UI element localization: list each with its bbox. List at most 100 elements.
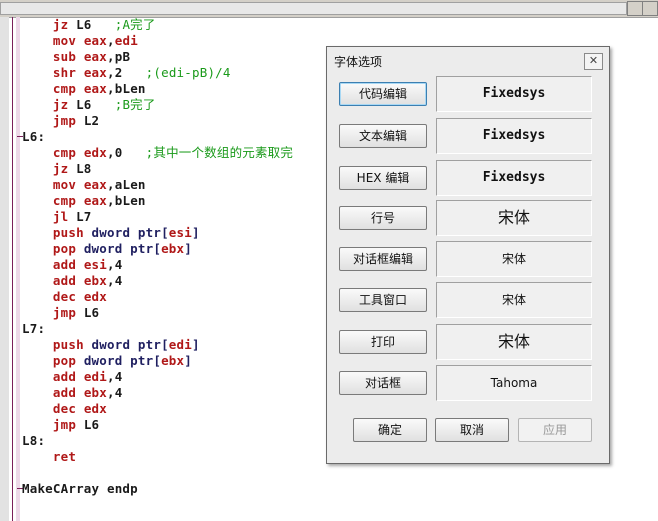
font-preview: Fixedsys: [436, 160, 592, 196]
code-token: L6: [76, 417, 100, 432]
code-token: eax: [83, 33, 108, 48]
code-instruction: jz: [52, 17, 69, 32]
code-token: L6:: [22, 129, 46, 144]
code-token: eax: [83, 193, 108, 208]
code-token: dword ptr[: [76, 241, 162, 256]
code-token: esi: [168, 225, 192, 240]
ok-button[interactable]: 确定: [353, 418, 427, 442]
code-line: add edi,4: [22, 369, 293, 385]
scrollbar-track[interactable]: [0, 2, 627, 15]
cancel-button[interactable]: 取消: [435, 418, 509, 442]
font-target-button[interactable]: 行号: [339, 206, 427, 230]
font-preview: 宋体: [436, 241, 592, 277]
code-token: ,: [107, 33, 115, 48]
code-instruction: mov: [52, 33, 77, 48]
code-line: jz L6 ;A完了: [22, 17, 293, 33]
code-line: add esi,4: [22, 257, 293, 273]
scroll-left-button[interactable]: [627, 1, 643, 16]
code-token: ebx: [83, 273, 108, 288]
code-instruction: push: [52, 337, 84, 352]
font-preview: Tahoma: [436, 365, 592, 401]
code-line: jmp L6: [22, 417, 293, 433]
code-token: L8: [68, 161, 92, 176]
code-token: ,4: [107, 369, 123, 384]
code-instruction: mov: [52, 177, 77, 192]
code-line: jl L7: [22, 209, 293, 225]
code-line: add ebx,4: [22, 273, 293, 289]
code-token: L6: [68, 97, 115, 112]
code-instruction: sub: [52, 49, 77, 64]
fold-margin[interactable]: [16, 17, 20, 521]
code-line: mov eax,aLen: [22, 177, 293, 193]
font-target-button[interactable]: 文本编辑: [339, 124, 427, 148]
code-instruction: jmp: [52, 113, 77, 128]
code-token: eax: [83, 177, 108, 192]
code-token: L2: [76, 113, 100, 128]
code-line: pop dword ptr[ebx]: [22, 241, 293, 257]
code-line: pop dword ptr[ebx]: [22, 353, 293, 369]
font-target-button[interactable]: HEX 编辑: [339, 166, 427, 190]
code-comment: ;其中一个数组的元素取完: [145, 145, 294, 160]
code-line: jmp L2: [22, 113, 293, 129]
code-token: ,2: [107, 65, 146, 80]
code-token: eax: [83, 65, 108, 80]
code-token: ebx: [83, 385, 108, 400]
font-target-button[interactable]: 代码编辑: [339, 82, 427, 106]
code-instruction: cmp: [52, 81, 77, 96]
code-editor[interactable]: jz L6 ;A完了 mov eax,edi sub eax,pB shr ea…: [22, 17, 293, 497]
code-instruction: add: [52, 257, 77, 272]
dialog-titlebar[interactable]: 字体选项 ✕: [327, 47, 609, 73]
code-token: ]: [191, 225, 200, 240]
code-instruction: add: [52, 273, 77, 288]
horizontal-scrollbar[interactable]: [0, 0, 658, 18]
code-token: ,bLen: [107, 193, 146, 208]
font-target-button[interactable]: 对话框编辑: [339, 247, 427, 271]
font-target-button[interactable]: 对话框: [339, 371, 427, 395]
code-token: L7: [68, 209, 92, 224]
font-target-button[interactable]: 打印: [339, 330, 427, 354]
code-token: edx: [83, 289, 108, 304]
code-instruction: jz: [52, 161, 69, 176]
code-instruction: jz: [52, 97, 69, 112]
code-token: edi: [83, 369, 108, 384]
code-comment: ;(edi-pB)/4: [145, 65, 231, 80]
code-line: MakeCArray endp: [22, 481, 293, 497]
fold-guide: [12, 17, 13, 521]
scroll-right-button[interactable]: [642, 1, 658, 16]
code-instruction: pop: [52, 241, 77, 256]
code-token: ]: [191, 337, 200, 352]
code-line: dec edx: [22, 401, 293, 417]
code-line: L8:: [22, 433, 293, 449]
code-line: cmp eax,bLen: [22, 193, 293, 209]
code-token: ebx: [161, 353, 185, 368]
code-token: ,bLen: [107, 81, 146, 96]
code-line: jz L8: [22, 161, 293, 177]
code-instruction: pop: [52, 353, 77, 368]
close-icon[interactable]: ✕: [584, 53, 603, 70]
code-token: esi: [83, 257, 108, 272]
code-line: L6:: [22, 129, 293, 145]
code-line: dec edx: [22, 289, 293, 305]
code-token: dword ptr[: [76, 353, 162, 368]
font-target-button[interactable]: 工具窗口: [339, 288, 427, 312]
code-token: dword ptr[: [83, 225, 169, 240]
